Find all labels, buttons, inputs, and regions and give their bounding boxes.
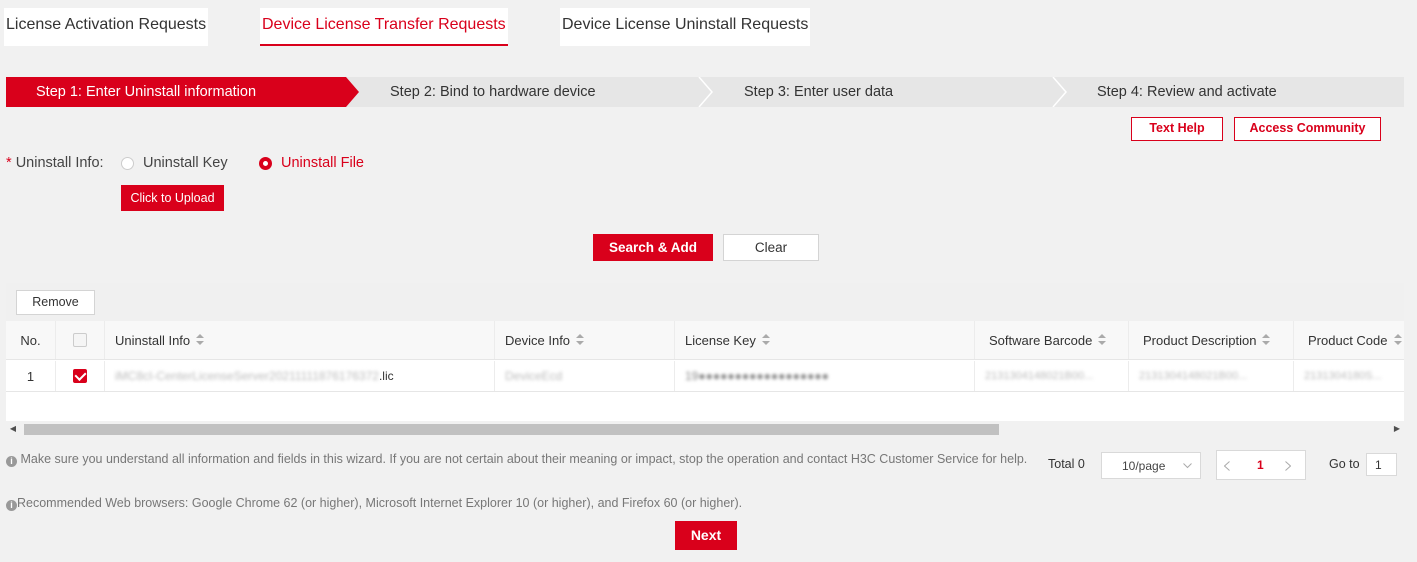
uninstall-key-radio[interactable] [121,157,134,170]
software-barcode-value: 2131304148021B00... [985,370,1094,382]
uninstall-info-value: iMC8cI-CenterLicenseServer20211111876176… [115,369,379,383]
col-device-info[interactable]: Device Info [495,321,675,359]
col-device-info-label: Device Info [505,332,571,348]
row-license-key: 19●●●●●●●●●●●●●●●●●● [675,361,975,391]
select-all-checkbox[interactable] [73,333,87,347]
step-4: Step 4: Review and activate [1097,84,1277,100]
row-no: 1 [6,361,56,391]
goto-value: 1 [1375,458,1382,472]
sort-icon[interactable] [761,334,770,346]
sort-icon[interactable] [1262,334,1271,346]
sort-icon[interactable] [196,334,205,346]
clear-button[interactable]: Clear [723,234,819,261]
tab-device-license-transfer[interactable]: Device License Transfer Requests [260,8,508,46]
scroll-right-icon[interactable]: ▶ [1390,421,1404,437]
upload-button[interactable]: Click to Upload [121,185,224,211]
product-code-value: 2131304180S... [1304,370,1382,382]
table-row[interactable]: 1 iMC8cI-CenterLicenseServer202111118761… [6,361,1404,392]
goto-label: Go to [1329,457,1360,471]
product-description-value: 2131304148021B00... [1139,370,1248,382]
remove-button[interactable]: Remove [16,290,95,315]
wizard-steps: Step 1: Enter Uninstall information Step… [6,77,1404,107]
device-info-value: DeviceEcd [505,369,563,383]
row-device-info: DeviceEcd [495,361,675,391]
uninstall-file-label[interactable]: Uninstall File [281,155,364,171]
text-help-button[interactable]: Text Help [1131,117,1223,141]
col-select-all [56,321,105,359]
goto-input[interactable]: 1 [1366,453,1397,476]
row-software-barcode: 2131304148021B00... [975,361,1129,391]
required-mark: * [6,155,12,171]
col-license-key[interactable]: License Key [675,321,975,359]
col-uninstall-info[interactable]: Uninstall Info [105,321,495,359]
step-divider-2 [698,77,713,107]
step-divider-3 [1052,77,1067,107]
scroll-thumb[interactable] [24,424,999,435]
browser-note-text: Recommended Web browsers: Google Chrome … [17,496,743,510]
chevron-down-icon [1183,463,1192,469]
horizontal-scrollbar[interactable]: ◀ ▶ [6,421,1404,437]
row-uninstall-info: iMC8cI-CenterLicenseServer20211111876176… [105,361,495,391]
wizard-note-text: Make sure you understand all information… [20,452,1028,466]
tab-device-license-uninstall[interactable]: Device License Uninstall Requests [560,8,811,46]
col-product-description[interactable]: Product Description [1129,321,1294,359]
uninstall-info-label-text: Uninstall Info: [15,155,104,171]
col-software-barcode-label: Software Barcode [989,332,1093,348]
col-license-key-label: License Key [685,332,756,348]
browser-note: i Recommended Web browsers: Google Chrome… [6,495,1031,511]
col-uninstall-info-label: Uninstall Info [115,332,191,348]
uninstall-file-radio[interactable] [259,157,272,170]
scroll-left-icon[interactable]: ◀ [6,421,20,437]
access-community-button[interactable]: Access Community [1234,117,1381,141]
col-product-code-label: Product Code [1308,332,1388,348]
search-add-button[interactable]: Search & Add [593,234,713,261]
chevron-left-icon[interactable] [1224,461,1230,471]
col-no: No. [6,321,56,359]
col-product-description-label: Product Description [1143,332,1257,348]
step-1-arrow [346,77,359,107]
step-1: Step 1: Enter Uninstall information [6,77,346,107]
page-size-select[interactable]: 10/page [1101,452,1201,479]
row-product-code: 2131304180S... [1294,361,1404,391]
sort-icon[interactable] [1393,334,1402,346]
row-checkbox[interactable] [73,369,87,383]
wizard-note: i Make sure you understand all informati… [6,451,1031,467]
next-button[interactable]: Next [675,521,737,550]
license-key-value: 19●●●●●●●●●●●●●●●●●● [685,369,829,383]
row-product-description: 2131304148021B00... [1129,361,1294,391]
total-count: Total 0 [1048,457,1085,471]
uninstall-key-label[interactable]: Uninstall Key [143,155,228,171]
info-icon: i [6,456,17,467]
col-software-barcode[interactable]: Software Barcode [975,321,1129,359]
sort-icon[interactable] [576,334,585,346]
step-3: Step 3: Enter user data [744,84,894,100]
page-size-value: 10/page [1122,459,1166,473]
table-toolbar: Remove [6,283,1404,321]
step-2: Step 2: Bind to hardware device [390,84,596,100]
row-select [56,361,105,391]
current-page[interactable]: 1 [1257,458,1264,472]
license-table: Remove No. Uninstall Info Device Info Li… [6,283,1404,437]
pagination: 1 [1216,450,1306,480]
uninstall-info-ext: .lic [378,369,394,383]
tab-license-activation[interactable]: License Activation Requests [4,8,209,46]
col-product-code[interactable]: Product Code [1294,321,1404,359]
sort-icon[interactable] [1098,334,1107,346]
info-icon: i [6,500,17,511]
table-header: No. Uninstall Info Device Info License K… [6,321,1404,360]
chevron-right-icon[interactable] [1285,461,1291,471]
uninstall-info-label: * Uninstall Info: [6,155,104,171]
